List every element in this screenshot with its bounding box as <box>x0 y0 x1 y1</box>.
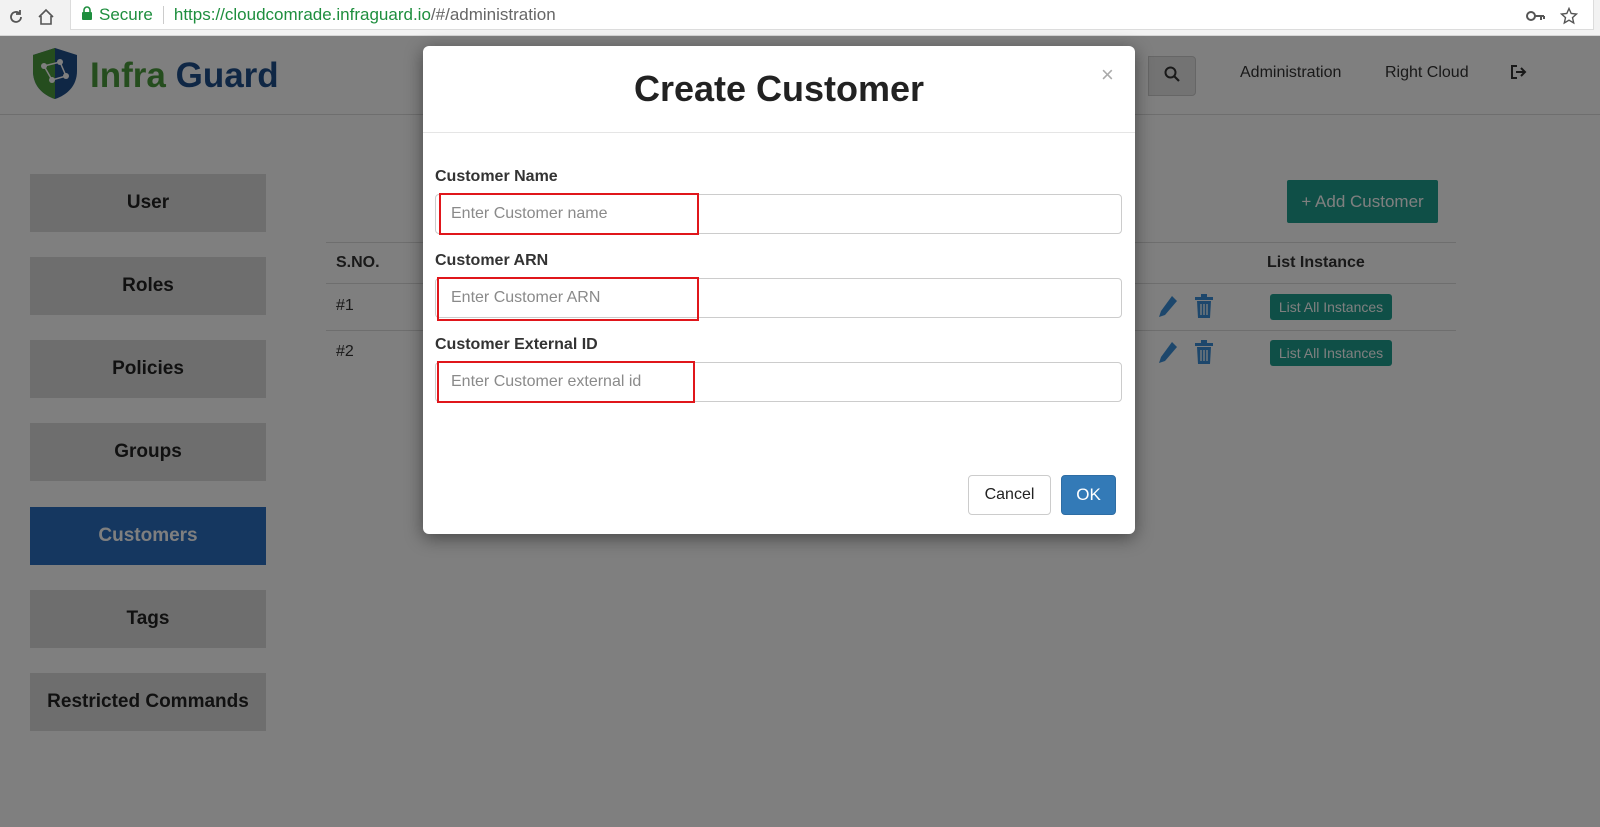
close-icon[interactable]: × <box>1101 62 1114 88</box>
customer-external-id-label: Customer External ID <box>435 336 598 353</box>
customer-name-label: Customer Name <box>435 168 558 185</box>
lock-icon <box>81 5 93 25</box>
customer-arn-label: Customer ARN <box>435 252 549 269</box>
secure-label: Secure <box>99 4 153 24</box>
cancel-button[interactable]: Cancel <box>968 475 1051 515</box>
browser-toolbar: Secure https://cloudcomrade.infraguard.i… <box>0 0 1600 36</box>
home-icon[interactable] <box>34 5 58 29</box>
modal-header: Create Customer × <box>423 46 1135 133</box>
modal-title: Create Customer <box>633 68 925 109</box>
reload-icon[interactable] <box>4 5 28 29</box>
customer-name-input[interactable] <box>435 194 1122 234</box>
bookmark-star-icon[interactable] <box>1557 4 1581 28</box>
key-icon[interactable] <box>1524 4 1548 28</box>
ok-button[interactable]: OK <box>1061 475 1116 515</box>
create-customer-dialog: Create Customer × Customer Name Customer… <box>423 46 1135 534</box>
url-divider <box>162 5 164 24</box>
customer-external-id-input[interactable] <box>435 362 1122 402</box>
address-bar[interactable]: Secure https://cloudcomrade.infraguard.i… <box>70 0 1594 30</box>
customer-arn-input[interactable] <box>435 278 1122 318</box>
url-host: https://cloudcomrade.infraguard.io <box>173 4 431 24</box>
url-path: /#/administration <box>430 4 556 24</box>
